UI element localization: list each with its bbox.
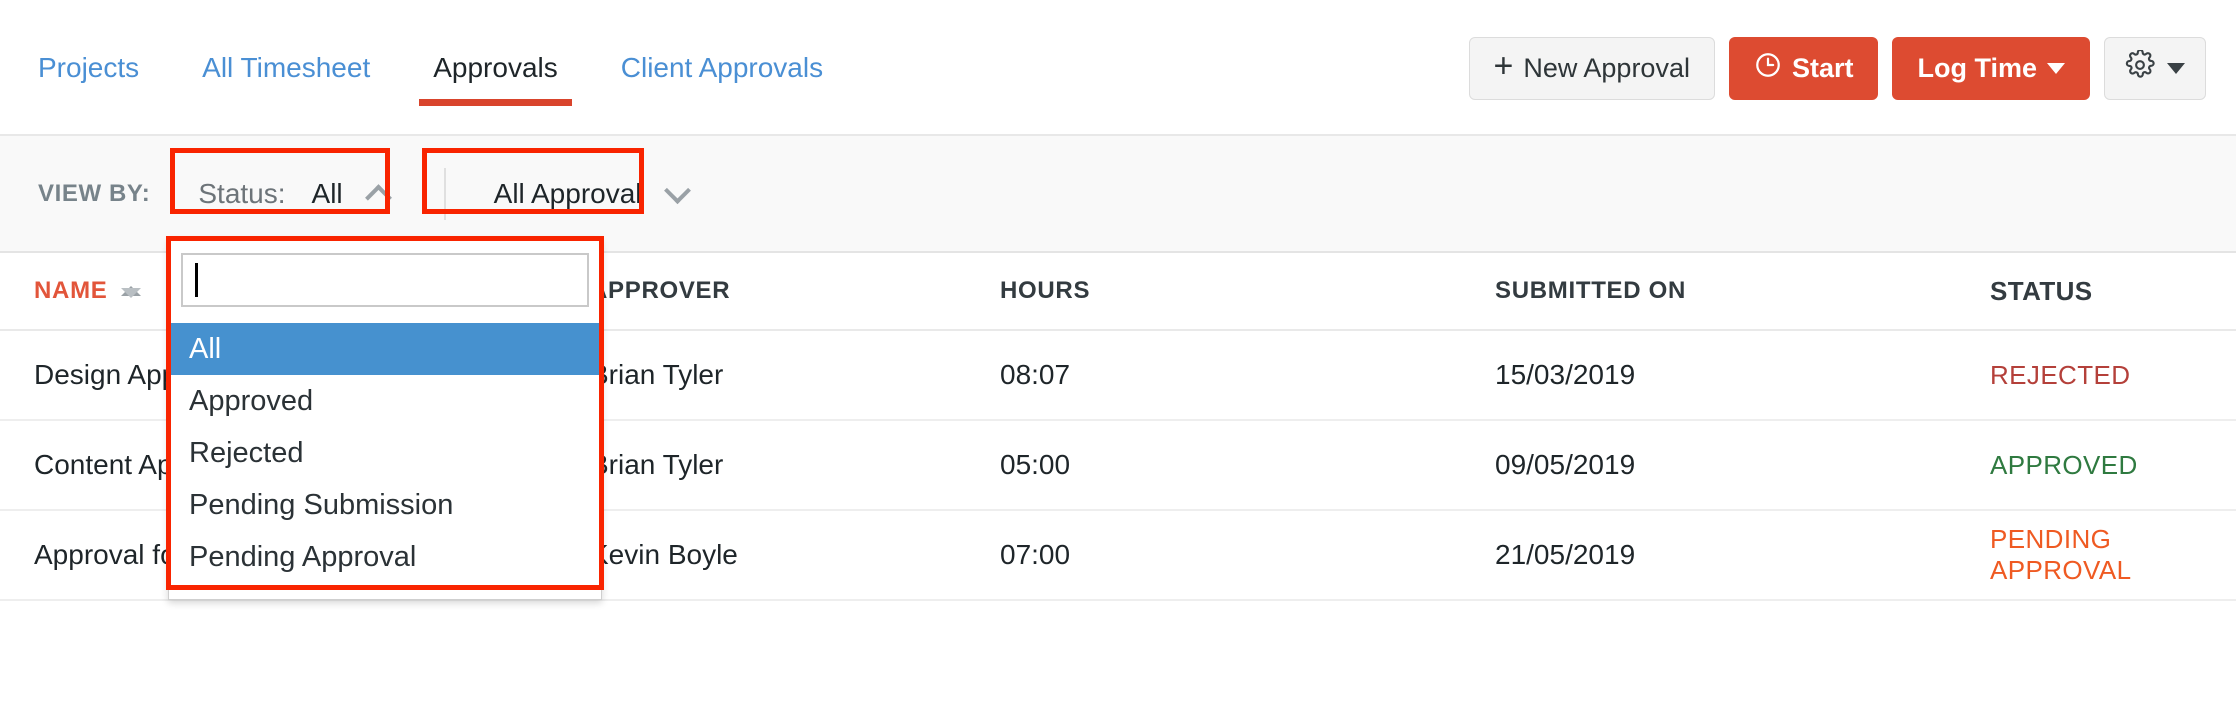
cell-approver: Brian Tyler	[590, 449, 724, 480]
tab-all-timesheet[interactable]: All Timesheet	[202, 0, 370, 136]
chevron-down-icon	[663, 177, 691, 205]
cell-hours: 05:00	[1000, 449, 1071, 480]
status-filter-prefix: Status:	[198, 177, 286, 209]
status-option-pending-submission-label: Pending Submission	[189, 488, 454, 521]
status-option-rejected[interactable]: Rejected	[169, 427, 601, 479]
cell-submitted-on: 15/03/2019	[1495, 359, 1636, 390]
column-header-status-label: STATUS	[1990, 275, 2093, 306]
chevron-up-icon	[364, 184, 392, 212]
cell-submitted-on: 09/05/2019	[1495, 449, 1636, 480]
tab-client-approvals-label: Client Approvals	[620, 52, 824, 83]
plus-icon: +	[1493, 47, 1514, 85]
tab-projects-label: Projects	[38, 52, 140, 83]
column-header-hours-label: HOURS	[1000, 277, 1091, 304]
tab-approvals[interactable]: Approvals	[419, 0, 572, 136]
log-time-label: Log Time	[1917, 52, 2037, 83]
approval-filter-dropdown-toggle[interactable]: All Approval	[472, 162, 709, 226]
status-dropdown-panel: All Approved Rejected Pending Submission…	[168, 238, 602, 600]
sort-arrows-icon	[121, 286, 142, 298]
tab-list: Projects All Timesheet Approvals Client …	[0, 0, 886, 136]
status-option-rejected-label: Rejected	[189, 436, 304, 469]
cell-hours: 07:00	[1000, 539, 1071, 570]
cell-submitted-on: 21/05/2019	[1495, 539, 1636, 570]
approval-filter-value: All Approval	[493, 177, 642, 209]
status-option-pending-approval[interactable]: Pending Approval	[169, 531, 601, 583]
header-actions: + New Approval Start Log Time	[1468, 0, 2206, 136]
column-header-name-label: NAME	[34, 277, 108, 304]
status-option-pending-submission[interactable]: Pending Submission	[169, 479, 601, 531]
tab-approvals-label: Approvals	[433, 52, 558, 83]
status-badge: PENDING APPROVAL	[1990, 524, 2132, 585]
log-time-button[interactable]: Log Time	[1892, 36, 2090, 100]
status-filter-wrapper: Status: All	[176, 162, 409, 226]
new-approval-button[interactable]: + New Approval	[1468, 36, 1715, 100]
status-filter-value: All	[311, 177, 343, 209]
status-badge: APPROVED	[1990, 449, 2138, 480]
settings-button[interactable]	[2104, 36, 2206, 100]
top-navigation-bar: Projects All Timesheet Approvals Client …	[0, 0, 2236, 136]
status-dropdown-search-input[interactable]	[181, 253, 589, 307]
filter-bar: VIEW BY: Status: All All Approval	[0, 136, 2236, 253]
tab-projects[interactable]: Projects	[38, 0, 139, 136]
column-header-approver[interactable]: APPROVER	[590, 277, 1000, 305]
new-approval-label: New Approval	[1523, 52, 1690, 83]
caret-down-icon	[2047, 62, 2065, 74]
tab-all-timesheet-label: All Timesheet	[202, 52, 371, 83]
column-header-approver-label: APPROVER	[590, 277, 731, 304]
filter-divider	[443, 167, 446, 220]
view-by-label: VIEW BY:	[38, 179, 151, 207]
settings-caret-down-icon	[2167, 62, 2185, 74]
start-label: Start	[1791, 52, 1854, 83]
column-header-hours[interactable]: HOURS	[1000, 277, 1495, 305]
status-filter-dropdown-toggle[interactable]: Status: All	[176, 162, 409, 226]
column-header-submitted-on[interactable]: SUBMITTED ON	[1495, 277, 1990, 305]
status-option-all[interactable]: All	[169, 323, 601, 375]
status-badge: REJECTED	[1990, 359, 2131, 390]
cell-approver: Brian Tyler	[590, 359, 724, 390]
tab-client-approvals[interactable]: Client Approvals	[621, 0, 823, 136]
status-option-all-label: All	[189, 332, 222, 365]
cell-approver: Kevin Boyle	[590, 539, 738, 570]
start-timer-button[interactable]: Start	[1728, 36, 1879, 100]
clock-icon	[1754, 51, 1782, 86]
column-header-status[interactable]: STATUS	[1990, 276, 2230, 307]
status-option-approved[interactable]: Approved	[169, 375, 601, 427]
column-header-submitted-on-label: SUBMITTED ON	[1495, 277, 1687, 304]
status-option-pending-approval-label: Pending Approval	[189, 540, 417, 573]
status-option-approved-label: Approved	[189, 384, 314, 417]
text-cursor-icon	[195, 263, 198, 297]
status-dropdown-option-list: All Approved Rejected Pending Submission…	[169, 317, 601, 583]
approval-filter-wrapper: All Approval	[472, 162, 709, 226]
gear-icon	[2125, 48, 2155, 87]
cell-hours: 08:07	[1000, 359, 1071, 390]
